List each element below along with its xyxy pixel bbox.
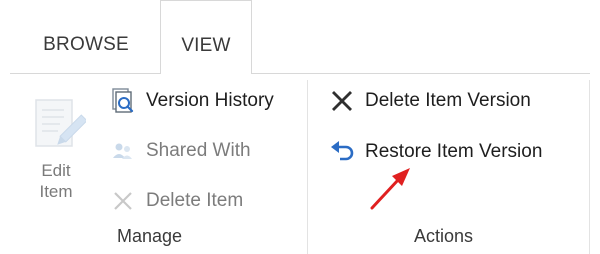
restore-undo-arrow-icon bbox=[329, 139, 355, 165]
group-label-actions: Actions bbox=[414, 226, 474, 246]
version-history-icon bbox=[110, 88, 136, 114]
shared-with-button[interactable]: Shared With bbox=[110, 136, 251, 166]
version-history-button[interactable]: Version History bbox=[110, 86, 274, 116]
delete-item-version-button[interactable]: Delete Item Version bbox=[329, 86, 531, 116]
edit-item-label-line1: Edit bbox=[41, 161, 71, 180]
tab-browse-label: BROWSE bbox=[43, 33, 129, 55]
delete-item-button[interactable]: Delete Item bbox=[110, 186, 243, 216]
group-divider-right bbox=[589, 80, 590, 254]
edit-item-button[interactable]: Edit Item bbox=[20, 88, 92, 216]
ribbon-top-border bbox=[10, 73, 590, 74]
edit-document-icon bbox=[30, 94, 88, 156]
tab-view[interactable]: VIEW bbox=[160, 0, 252, 74]
delete-x-icon bbox=[329, 88, 355, 114]
tab-view-label: VIEW bbox=[181, 34, 231, 56]
version-history-label: Version History bbox=[146, 90, 274, 111]
shared-with-icon bbox=[110, 138, 136, 164]
edit-item-label: Edit Item bbox=[20, 160, 92, 202]
red-arrow-icon bbox=[362, 160, 422, 216]
delete-x-icon bbox=[110, 188, 136, 214]
group-divider bbox=[307, 80, 308, 254]
group-label-manage: Manage bbox=[117, 226, 183, 246]
shared-with-label: Shared With bbox=[146, 140, 251, 161]
ribbon-screenshot: BROWSE VIEW Edit Item Version History Sh… bbox=[0, 0, 600, 254]
delete-item-version-label: Delete Item Version bbox=[365, 90, 531, 111]
tab-browse[interactable]: BROWSE bbox=[22, 0, 150, 73]
edit-item-label-line2: Item bbox=[39, 182, 73, 201]
restore-item-version-button[interactable]: Restore Item Version bbox=[329, 137, 542, 167]
delete-item-label: Delete Item bbox=[146, 190, 244, 211]
